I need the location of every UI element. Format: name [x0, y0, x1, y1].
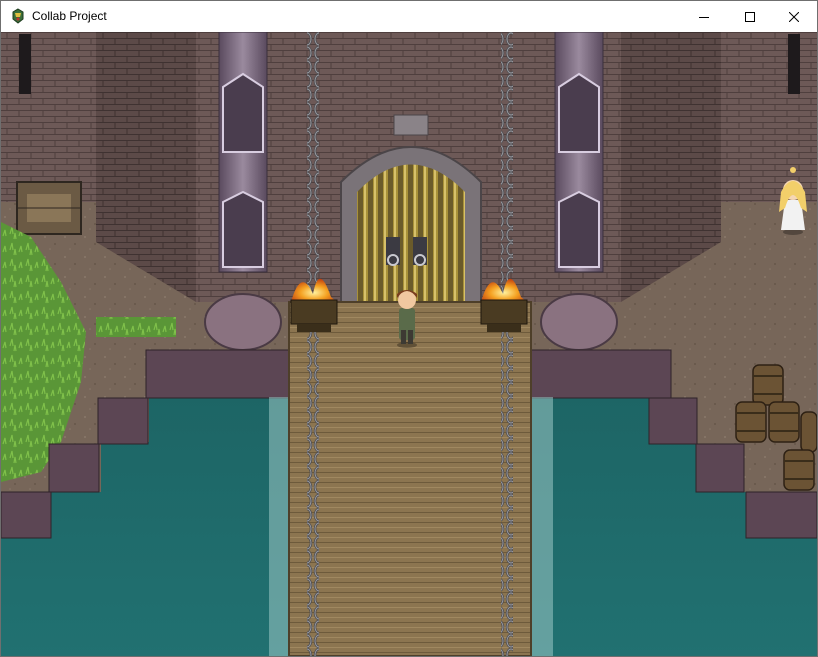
chain-right	[501, 32, 513, 656]
drawbridge[interactable]	[288, 301, 532, 656]
window-slit-right	[788, 34, 800, 94]
minimize-icon	[699, 16, 709, 18]
grass-strip	[96, 317, 176, 337]
close-button[interactable]	[771, 1, 817, 32]
game-scene	[1, 32, 817, 656]
game-viewport[interactable]	[1, 32, 817, 656]
water-foam-right	[531, 397, 553, 656]
title-bar[interactable]: Collab Project	[1, 1, 817, 32]
maximize-button[interactable]	[727, 1, 773, 32]
close-icon	[789, 11, 799, 22]
rpg-maker-icon	[12, 8, 24, 24]
window-slit-left	[19, 34, 31, 94]
game-window: Collab Project	[0, 0, 818, 657]
chain-left	[307, 32, 319, 656]
water-foam-left	[269, 397, 291, 656]
window-title: Collab Project	[32, 9, 107, 23]
portcullis-gate[interactable]	[357, 164, 465, 303]
supply-crate[interactable]	[16, 181, 82, 235]
maximize-icon	[745, 11, 755, 22]
arch-keystone	[393, 114, 429, 136]
minimize-button[interactable]	[681, 1, 727, 32]
